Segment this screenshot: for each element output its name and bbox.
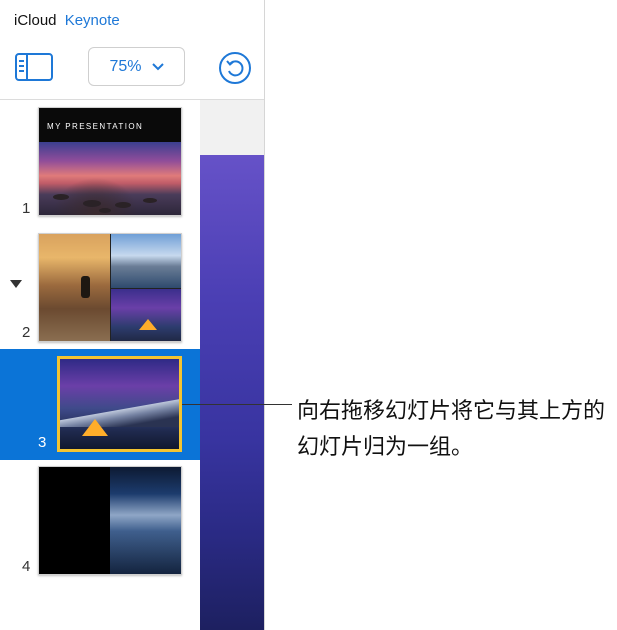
tent-image <box>82 419 108 436</box>
night-tent-image <box>111 289 181 341</box>
callout-text: 向右拖移幻灯片将它与其上方的幻灯片归为一组。 <box>297 398 606 459</box>
slide-canvas-image <box>200 155 264 630</box>
callout-line <box>182 404 292 405</box>
slide-thumbnail-4[interactable] <box>38 466 182 575</box>
frozen-lake-image <box>110 467 181 574</box>
undo-button[interactable] <box>217 50 253 86</box>
icloud-brand: iCloud <box>14 12 57 29</box>
sidebar-toggle-icon <box>15 53 53 81</box>
slide-number-2: 2 <box>22 324 31 341</box>
chevron-down-icon <box>151 62 164 70</box>
sidebar-toggle-button[interactable] <box>14 51 54 83</box>
slide-thumbnail-3[interactable] <box>57 356 182 452</box>
slide-thumbnail-1[interactable]: MY PRESENTATION <box>38 107 182 216</box>
disclosure-triangle-icon[interactable] <box>9 279 23 289</box>
slide-title-text: MY PRESENTATION <box>47 122 144 131</box>
app-title: iCloud Keynote <box>14 12 120 29</box>
snowy-mountain-image <box>60 397 179 427</box>
mountain-lake-image <box>111 234 181 288</box>
slide-number-1: 1 <box>22 200 31 217</box>
keynote-app-name[interactable]: Keynote <box>65 12 120 29</box>
slide-number-3: 3 <box>38 434 47 451</box>
zoom-select[interactable]: 75% <box>88 47 185 86</box>
hiker-sunset-image <box>39 234 110 341</box>
undo-icon <box>219 52 251 84</box>
slide-number-4: 4 <box>22 558 31 575</box>
slide-thumbnail-2[interactable] <box>38 233 182 342</box>
lake-sunset-image <box>39 142 181 215</box>
sidebar-panel: iCloud Keynote 75% MY PRESENTATION 1 2 3… <box>0 0 265 630</box>
zoom-value: 75% <box>109 57 142 75</box>
